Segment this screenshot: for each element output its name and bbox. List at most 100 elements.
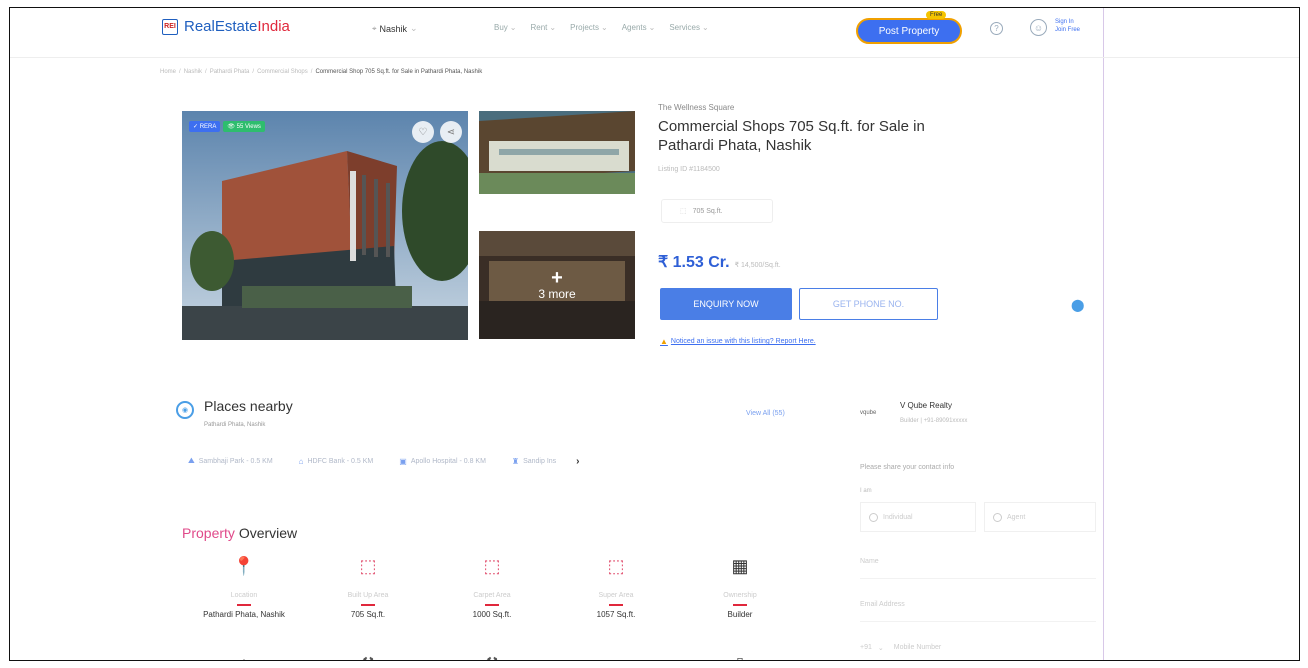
site-logo[interactable]: REI RealEstateIndia	[162, 18, 290, 35]
area-icon: ⬚	[680, 208, 687, 215]
agent-label: Agent	[1007, 513, 1026, 521]
overview-label: Super Area	[598, 592, 634, 599]
places-nearby-subtitle: Pathardi Phata, Nashik	[204, 422, 266, 428]
warning-icon: ▲	[660, 337, 668, 346]
radio-circle-icon	[993, 512, 1002, 522]
city-selector[interactable]: ⌖ Nashik ⌄	[372, 23, 418, 34]
agent-name[interactable]: V Qube Realty	[900, 401, 952, 410]
logo-text: RealEstateIndia	[184, 18, 290, 35]
main-property-photo[interactable]: ✓ RERA 👁 55 Views ♡ ⋖	[182, 111, 468, 340]
property-overview-grid: 📍 Location Pathardi Phata, Nashik ⬚ Buil…	[182, 552, 802, 619]
place-item[interactable]: ⌂ HDFC Bank - 0.5 KM	[293, 454, 380, 469]
overview-value: 1057 Sq.ft.	[596, 609, 636, 619]
overview-item-built-up-area: ⬚ Built Up Area 705 Sq.ft.	[306, 552, 430, 619]
property-overview-title: Property Overview	[182, 525, 298, 541]
help-icon[interactable]: ?	[990, 22, 1003, 35]
place-item[interactable]: ⛰ Sambhaji Park - 0.5 KM	[182, 453, 279, 469]
overview-row2-icon: ⚒	[306, 654, 430, 660]
project-name[interactable]: The Wellness Square	[658, 103, 734, 112]
views-badge: 👁 55 Views	[223, 121, 265, 132]
breadcrumb-home[interactable]: Home	[160, 69, 176, 75]
individual-radio[interactable]: Individual	[860, 502, 976, 532]
view-all-places-link[interactable]: View All (55)	[746, 410, 785, 417]
mobile-field[interactable]: +91 ⌄ Mobile Number	[860, 631, 1096, 660]
name-field[interactable]: Name	[860, 545, 1096, 579]
signin-label: Sign In	[1055, 19, 1074, 25]
free-badge: Free	[926, 11, 947, 19]
agent-logo: vqube	[860, 410, 877, 416]
places-list: ⛰ Sambhaji Park - 0.5 KM ⌂ HDFC Bank - 0.5…	[182, 453, 580, 469]
chevron-down-icon: ⌄	[648, 23, 656, 32]
chevron-right-icon[interactable]: ›	[576, 456, 579, 467]
country-code-select[interactable]: +91	[860, 644, 872, 651]
individual-label: Individual	[883, 513, 913, 521]
breadcrumb-city[interactable]: Nashik	[184, 69, 202, 75]
breadcrumb-category[interactable]: Commercial Shops	[257, 69, 308, 75]
nav-item-agents[interactable]: Agents ⌄	[622, 23, 656, 32]
chevron-down-icon: ⌄	[877, 644, 884, 652]
logo-text-b: India	[257, 18, 290, 35]
post-property-button[interactable]: Post Property	[856, 18, 962, 44]
overview-divider	[485, 604, 499, 606]
place-item[interactable]: ♜ Sandip Ins	[506, 454, 562, 469]
price-value: ₹ 1.53 Cr.	[658, 254, 730, 271]
email-field[interactable]: Email Address	[860, 588, 1096, 622]
area-icon: ⬚	[607, 555, 625, 576]
signin-link[interactable]: Sign In Join Free	[1055, 18, 1080, 34]
park-icon: ⛰	[188, 456, 195, 465]
user-icon[interactable]: ☺	[1030, 19, 1047, 36]
name-placeholder: Name	[860, 558, 879, 565]
report-issue-link[interactable]: ▲ Noticed an issue with this listing? Re…	[660, 337, 816, 346]
location-pin-icon: ⌖	[372, 23, 377, 33]
overview-label: Carpet Area	[473, 592, 511, 599]
main-nav: Buy ⌄ Rent ⌄ Projects ⌄ Agents ⌄ Services ⌄	[494, 23, 709, 32]
agent-radio[interactable]: Agent	[984, 502, 1096, 532]
places-nearby-icon: ◉	[176, 401, 194, 419]
chevron-down-icon: ⌄	[509, 23, 517, 32]
breadcrumb: Home / Nashik / Pathardi Phata / Commercial…	[160, 69, 483, 75]
building-icon: ▦	[731, 555, 749, 576]
listing-title: Commercial Shops 705 Sq.ft. for Sale in …	[658, 118, 925, 154]
nav-item-rent[interactable]: Rent ⌄	[531, 23, 557, 32]
breadcrumb-current: Commercial Shop 705 Sq.ft. for Sale in P…	[315, 69, 483, 75]
join-free-label: Join Free	[1055, 27, 1081, 33]
hospital-icon: ▣	[399, 456, 407, 466]
nav-item-services[interactable]: Services ⌄	[669, 23, 708, 32]
price-per-sqft: ₹ 14,500/Sq.ft.	[734, 262, 781, 269]
thumbnail-photo-more[interactable]: + 3 more	[479, 231, 635, 339]
overview-row2-icon: ▭	[554, 654, 678, 660]
nav-item-buy[interactable]: Buy ⌄	[494, 23, 517, 32]
iam-label: I am	[860, 488, 872, 494]
chevron-down-icon: ⌄	[549, 23, 557, 32]
share-icon[interactable]: ⋖	[440, 121, 462, 143]
overview-divider	[237, 604, 251, 606]
more-photos-label: 3 more	[538, 287, 576, 301]
email-placeholder: Email Address	[860, 601, 905, 608]
place-item[interactable]: ▣ Apollo Hospital - 0.8 KM	[393, 454, 492, 469]
listing-id: Listing ID #1184500	[658, 166, 720, 173]
chevron-down-icon: ⌄	[702, 23, 709, 32]
get-phone-button[interactable]: GET PHONE NO.	[799, 288, 938, 320]
logo-mark-icon: REI	[162, 18, 178, 35]
overview-item-location: 📍 Location Pathardi Phata, Nashik	[182, 552, 306, 619]
enquiry-now-button[interactable]: ENQUIRY NOW	[660, 288, 792, 320]
chevron-down-icon: ⌄	[601, 23, 608, 32]
overview-value: Builder	[727, 609, 753, 619]
nav-item-projects[interactable]: Projects ⌄	[570, 23, 608, 32]
more-photos-overlay[interactable]: + 3 more	[479, 231, 635, 339]
places-nearby-title: Places nearby	[204, 398, 293, 414]
overview-item-ownership: ▦ Ownership Builder	[678, 552, 802, 619]
mobile-placeholder: Mobile Number	[893, 644, 942, 651]
map-pin-icon[interactable]: ⬤	[1071, 298, 1084, 312]
favorite-heart-icon[interactable]: ♡	[412, 121, 434, 143]
overview-row2-icon: ⚒	[430, 654, 554, 660]
page-frame: REI RealEstateIndia ⌖ Nashik ⌄ Buy ⌄ Rent…	[9, 7, 1300, 661]
breadcrumb-locality[interactable]: Pathardi Phata	[210, 69, 250, 75]
plus-icon: +	[551, 267, 563, 289]
photo-badges: ✓ RERA 👁 55 Views	[189, 121, 265, 132]
thumbnail-photo-1[interactable]	[479, 111, 635, 194]
site-header: REI RealEstateIndia ⌖ Nashik ⌄ Buy ⌄ Rent…	[10, 8, 1299, 58]
chevron-down-icon: ⌄	[410, 23, 418, 33]
radio-circle-icon	[869, 512, 878, 522]
bank-icon: ⌂	[298, 456, 304, 466]
